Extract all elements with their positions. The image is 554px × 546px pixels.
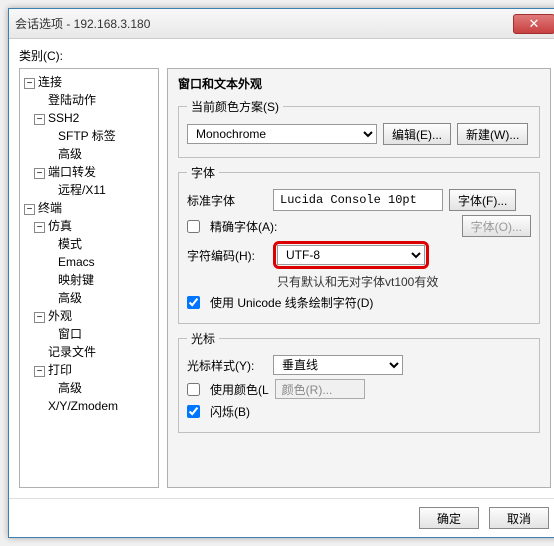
scheme-legend: 当前颜色方案(S) [187,98,283,115]
close-button[interactable]: ✕ [513,14,554,34]
encoding-note: 只有默认和无对字体vt100有效 [277,273,531,290]
tree-node[interactable]: −仿真 模式 Emacs 映射键 高级 [34,217,156,307]
cursor-group: 光标 光标样式(Y): 垂直线 使用颜色(L 颜色(R)... [178,330,540,433]
tree-node[interactable]: 高级 [44,379,156,397]
font-button[interactable]: 字体(F)... [449,189,516,211]
ok-button[interactable]: 确定 [419,507,479,529]
exact-font-label: 精确字体(A): [210,218,277,235]
collapse-icon[interactable]: − [34,114,45,125]
tree-node[interactable]: 映射键 [44,271,156,289]
blink-checkbox[interactable] [187,405,200,418]
cursor-style-select[interactable]: 垂直线 [273,355,403,375]
dialog-footer: 确定 取消 [9,498,554,537]
tree-node[interactable]: −SSH2 SFTP 标签 高级 [34,109,156,163]
collapse-icon[interactable]: − [34,168,45,179]
titlebar: 会话选项 - 192.168.3.180 ✕ [9,9,554,39]
font-legend: 字体 [187,164,219,181]
tree-node[interactable]: 远程/X11 [44,181,156,199]
cursor-style-label: 光标样式(Y): [187,357,267,374]
tree-node[interactable]: Emacs [44,253,156,271]
tree-node[interactable]: 高级 [44,289,156,307]
std-font-label: 标准字体 [187,192,267,209]
new-scheme-button[interactable]: 新建(W)... [457,123,528,145]
tree-node[interactable]: X/Y/Zmodem [34,397,156,415]
blink-label: 闪烁(B) [210,403,250,420]
std-font-display: Lucida Console 10pt [273,189,443,211]
collapse-icon[interactable]: − [34,222,45,233]
collapse-icon[interactable]: − [24,204,35,215]
tree-node[interactable]: −端口转发 远程/X11 [34,163,156,199]
tree-node[interactable]: −打印 高级 [34,361,156,397]
tree-node[interactable]: 记录文件 [34,343,156,361]
tree-node[interactable]: 模式 [44,235,156,253]
collapse-icon[interactable]: − [34,312,45,323]
tree-node[interactable]: 登陆动作 [34,91,156,109]
encoding-label: 字符编码(H): [187,247,267,264]
exact-font-checkbox[interactable] [187,220,200,233]
window-title: 会话选项 - 192.168.3.180 [15,15,513,32]
collapse-icon[interactable]: − [24,78,35,89]
tree-node[interactable]: −外观 窗口 [34,307,156,343]
color-scheme-group: 当前颜色方案(S) Monochrome 编辑(E)... 新建(W)... [178,98,540,158]
encoding-highlight: UTF-8 [273,241,429,269]
use-color-label: 使用颜色(L [210,381,269,398]
use-color-checkbox[interactable] [187,383,200,396]
encoding-select[interactable]: UTF-8 [277,245,425,265]
category-tree[interactable]: −连接 登陆动作 −SSH2 SFTP 标签 高级 −端口转发 远程/X11 [19,68,159,488]
cancel-button[interactable]: 取消 [489,507,549,529]
unicode-lines-label: 使用 Unicode 线条绘制字符(D) [210,294,373,311]
edit-scheme-button[interactable]: 编辑(E)... [383,123,451,145]
font2-button: 字体(O)... [462,215,531,237]
tree-node[interactable]: 高级 [44,145,156,163]
category-label: 类别(C): [19,47,551,64]
dialog-window: 会话选项 - 192.168.3.180 ✕ 类别(C): −连接 登陆动作 −… [8,8,554,538]
tree-node[interactable]: −终端 −仿真 模式 Emacs 映射键 高级 −外观 [24,199,156,415]
color-picker-button: 颜色(R)... [275,379,365,399]
tree-node[interactable]: SFTP 标签 [44,127,156,145]
settings-panel: 窗口和文本外观 当前颜色方案(S) Monochrome 编辑(E)... 新建… [167,68,551,488]
tree-node[interactable]: −连接 登陆动作 −SSH2 SFTP 标签 高级 −端口转发 远程/X11 [24,73,156,199]
color-scheme-select[interactable]: Monochrome [187,124,377,144]
unicode-lines-checkbox[interactable] [187,296,200,309]
tree-node[interactable]: 窗口 [44,325,156,343]
collapse-icon[interactable]: − [34,366,45,377]
panel-header: 窗口和文本外观 [178,75,540,92]
cursor-legend: 光标 [187,330,219,347]
font-group: 字体 标准字体 Lucida Console 10pt 字体(F)... 精确字… [178,164,540,324]
